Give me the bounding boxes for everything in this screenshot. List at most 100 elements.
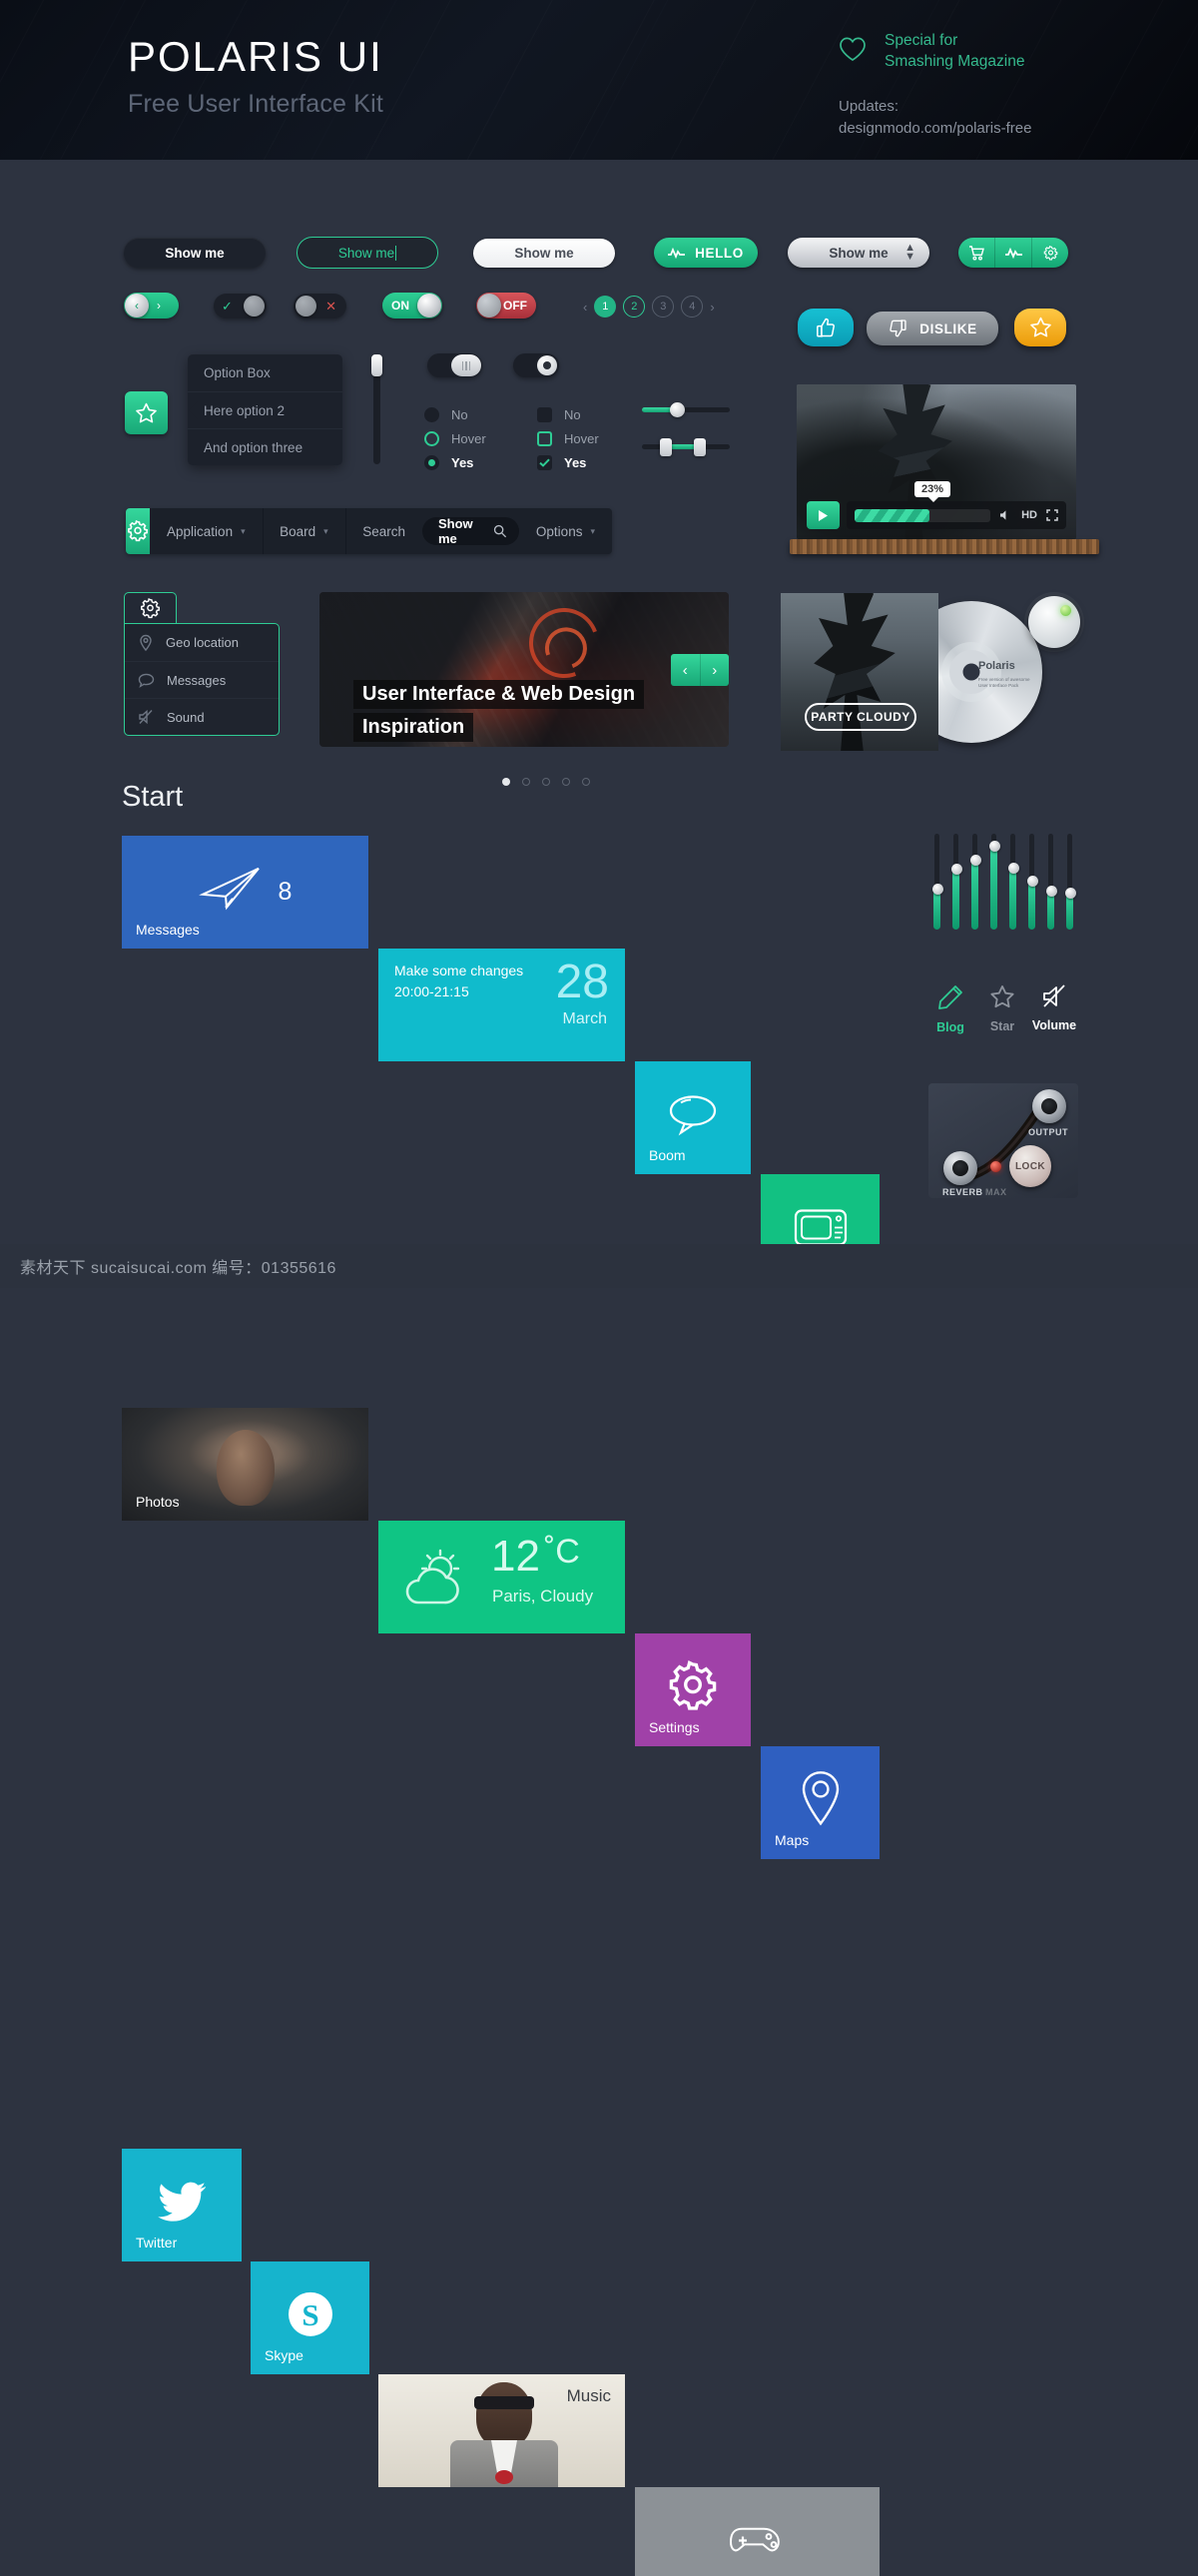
dislike-button[interactable]: DISLIKE (867, 312, 998, 345)
equalizer-knob-3[interactable] (989, 841, 1000, 853)
slider-dot-2[interactable] (542, 778, 550, 786)
equalizer-knob-0[interactable] (932, 883, 943, 895)
hd-label[interactable]: HD (1021, 509, 1037, 521)
vertical-slider[interactable] (371, 354, 382, 464)
search-icon[interactable] (493, 524, 507, 538)
slider-nav[interactable]: ‹ › (671, 654, 729, 686)
pagination-page-4[interactable]: 4 (681, 296, 704, 318)
video-controls[interactable]: HD (807, 501, 1066, 529)
cross-toggle-knob[interactable] (296, 296, 316, 317)
off-toggle[interactable]: OFF (476, 293, 536, 319)
nav-item-application[interactable]: Application ▾ (150, 508, 263, 554)
show-me-white-button[interactable]: Show me (473, 239, 615, 268)
reverb-jack[interactable] (943, 1151, 977, 1185)
main-navbar[interactable]: Application ▾ Board ▾ Search Show me Opt… (126, 508, 612, 554)
tile-messages[interactable]: 8 Messages (122, 836, 368, 949)
side-menu-item-sound[interactable]: Sound (125, 698, 279, 735)
slider-prev-button[interactable]: ‹ (671, 654, 700, 686)
radio-yes[interactable]: Yes (424, 450, 486, 474)
radio-no[interactable]: No (424, 402, 486, 426)
pagination[interactable]: ‹ 1 2 3 4 › (583, 296, 715, 318)
arrow-toggle-knob[interactable]: ‹ (125, 294, 149, 318)
pulse-icon[interactable] (994, 238, 1031, 268)
pagination-page-1[interactable]: 1 (594, 296, 617, 318)
radio-group[interactable]: No Hover Yes (424, 402, 486, 474)
radio-hover[interactable]: Hover (424, 426, 486, 450)
favorite-button[interactable] (1014, 309, 1066, 346)
round-switch[interactable] (513, 353, 559, 377)
cart-icon[interactable] (958, 238, 994, 268)
check-toggle-on[interactable]: ✓ (214, 294, 267, 319)
nav-item-options[interactable]: Options ▾ (519, 508, 612, 554)
equalizer-channel-5[interactable] (1027, 834, 1038, 930)
slider-next-button[interactable]: › (699, 654, 730, 686)
slider-dot-0[interactable] (502, 778, 510, 786)
option-box-item-0[interactable]: Option Box (188, 354, 342, 391)
checkbox-hover[interactable]: Hover (537, 426, 599, 450)
updates-url[interactable]: designmodo.com/polaris-free (839, 118, 1158, 140)
slider-dot-4[interactable] (582, 778, 590, 786)
icon-button-star[interactable]: Star (976, 983, 1028, 1034)
option-box-item-2[interactable]: And option three (188, 428, 342, 465)
arrow-toggle[interactable]: ‹ › (124, 293, 179, 319)
output-jack[interactable] (1032, 1089, 1066, 1123)
show-me-select[interactable]: Show me ▲ ▼ (788, 238, 929, 268)
range-slider-handle[interactable] (670, 402, 685, 417)
range-slider-handle-left[interactable] (660, 438, 672, 456)
video-player[interactable]: HD 23% (797, 384, 1076, 539)
side-menu-tab[interactable] (124, 592, 177, 624)
equalizer-channel-6[interactable] (1046, 834, 1057, 930)
equalizer-knob-1[interactable] (951, 864, 962, 876)
pagination-page-2[interactable]: 2 (623, 296, 646, 318)
cd-cover[interactable]: PARTY CLOUDY (781, 593, 938, 751)
off-toggle-knob[interactable] (477, 294, 501, 318)
equalizer-knob-4[interactable] (1008, 862, 1019, 874)
checkbox-group[interactable]: No Hover Yes (537, 402, 599, 474)
striped-switch[interactable] (427, 353, 482, 377)
side-menu-item-messages[interactable]: Messages (125, 661, 279, 698)
side-menu-item-geo-location[interactable]: Geo location (125, 624, 279, 661)
range-slider-dual[interactable] (642, 438, 730, 456)
equalizer-channel-3[interactable] (989, 834, 1000, 930)
on-toggle[interactable]: ON (382, 293, 442, 319)
gear-icon[interactable] (126, 508, 151, 554)
icon-button-group[interactable] (958, 238, 1068, 268)
equalizer-channel-2[interactable] (970, 834, 981, 930)
side-menu[interactable]: Geo location Messages Sound (124, 592, 280, 736)
round-switch-knob[interactable] (537, 355, 557, 375)
tile-settings[interactable]: Settings (635, 1633, 751, 1746)
tile-boom[interactable]: Boom (635, 1061, 751, 1174)
pagination-next[interactable]: › (710, 300, 714, 315)
nav-item-search[interactable]: Search (345, 508, 422, 554)
play-icon[interactable] (807, 501, 840, 529)
equalizer-channel-4[interactable] (1008, 834, 1019, 930)
equalizer[interactable] (932, 834, 1076, 930)
star-square-button[interactable] (125, 391, 168, 434)
image-slider[interactable]: User Interface & Web Design Inspiration … (319, 592, 729, 747)
tile-music[interactable]: Music (378, 2374, 625, 2487)
slider-dot-3[interactable] (562, 778, 570, 786)
show-me-dark-button[interactable]: Show me (124, 238, 266, 268)
vertical-slider-handle[interactable] (371, 354, 382, 376)
cross-toggle-off[interactable]: ✕ (294, 294, 346, 319)
side-menu-body[interactable]: Geo location Messages Sound (124, 623, 280, 736)
on-toggle-knob[interactable] (417, 294, 441, 318)
option-box-item-1[interactable]: Here option 2 (188, 391, 342, 428)
gear-icon[interactable] (1031, 238, 1068, 268)
icon-button-volume[interactable]: Volume (1028, 983, 1080, 1034)
equalizer-channel-0[interactable] (932, 834, 943, 930)
equalizer-knob-7[interactable] (1065, 887, 1076, 899)
pagination-prev[interactable]: ‹ (583, 300, 587, 315)
checkbox-no[interactable]: No (537, 402, 599, 426)
tile-photos[interactable]: Photos (122, 1408, 368, 1521)
slider-dots[interactable] (502, 778, 590, 786)
nav-search-input[interactable]: Show me (421, 516, 519, 546)
equalizer-knob-2[interactable] (970, 854, 981, 866)
tile-calendar[interactable]: Make some changes 20:00-21:15 28 March (378, 949, 625, 1061)
nav-item-board[interactable]: Board ▾ (263, 508, 345, 554)
equalizer-channel-7[interactable] (1065, 834, 1076, 930)
lock-button[interactable]: LOCK (1009, 1145, 1051, 1187)
hello-button[interactable]: HELLO (654, 238, 758, 268)
fullscreen-icon[interactable] (1046, 509, 1058, 521)
tile-skype[interactable]: S Skype (251, 2261, 369, 2374)
